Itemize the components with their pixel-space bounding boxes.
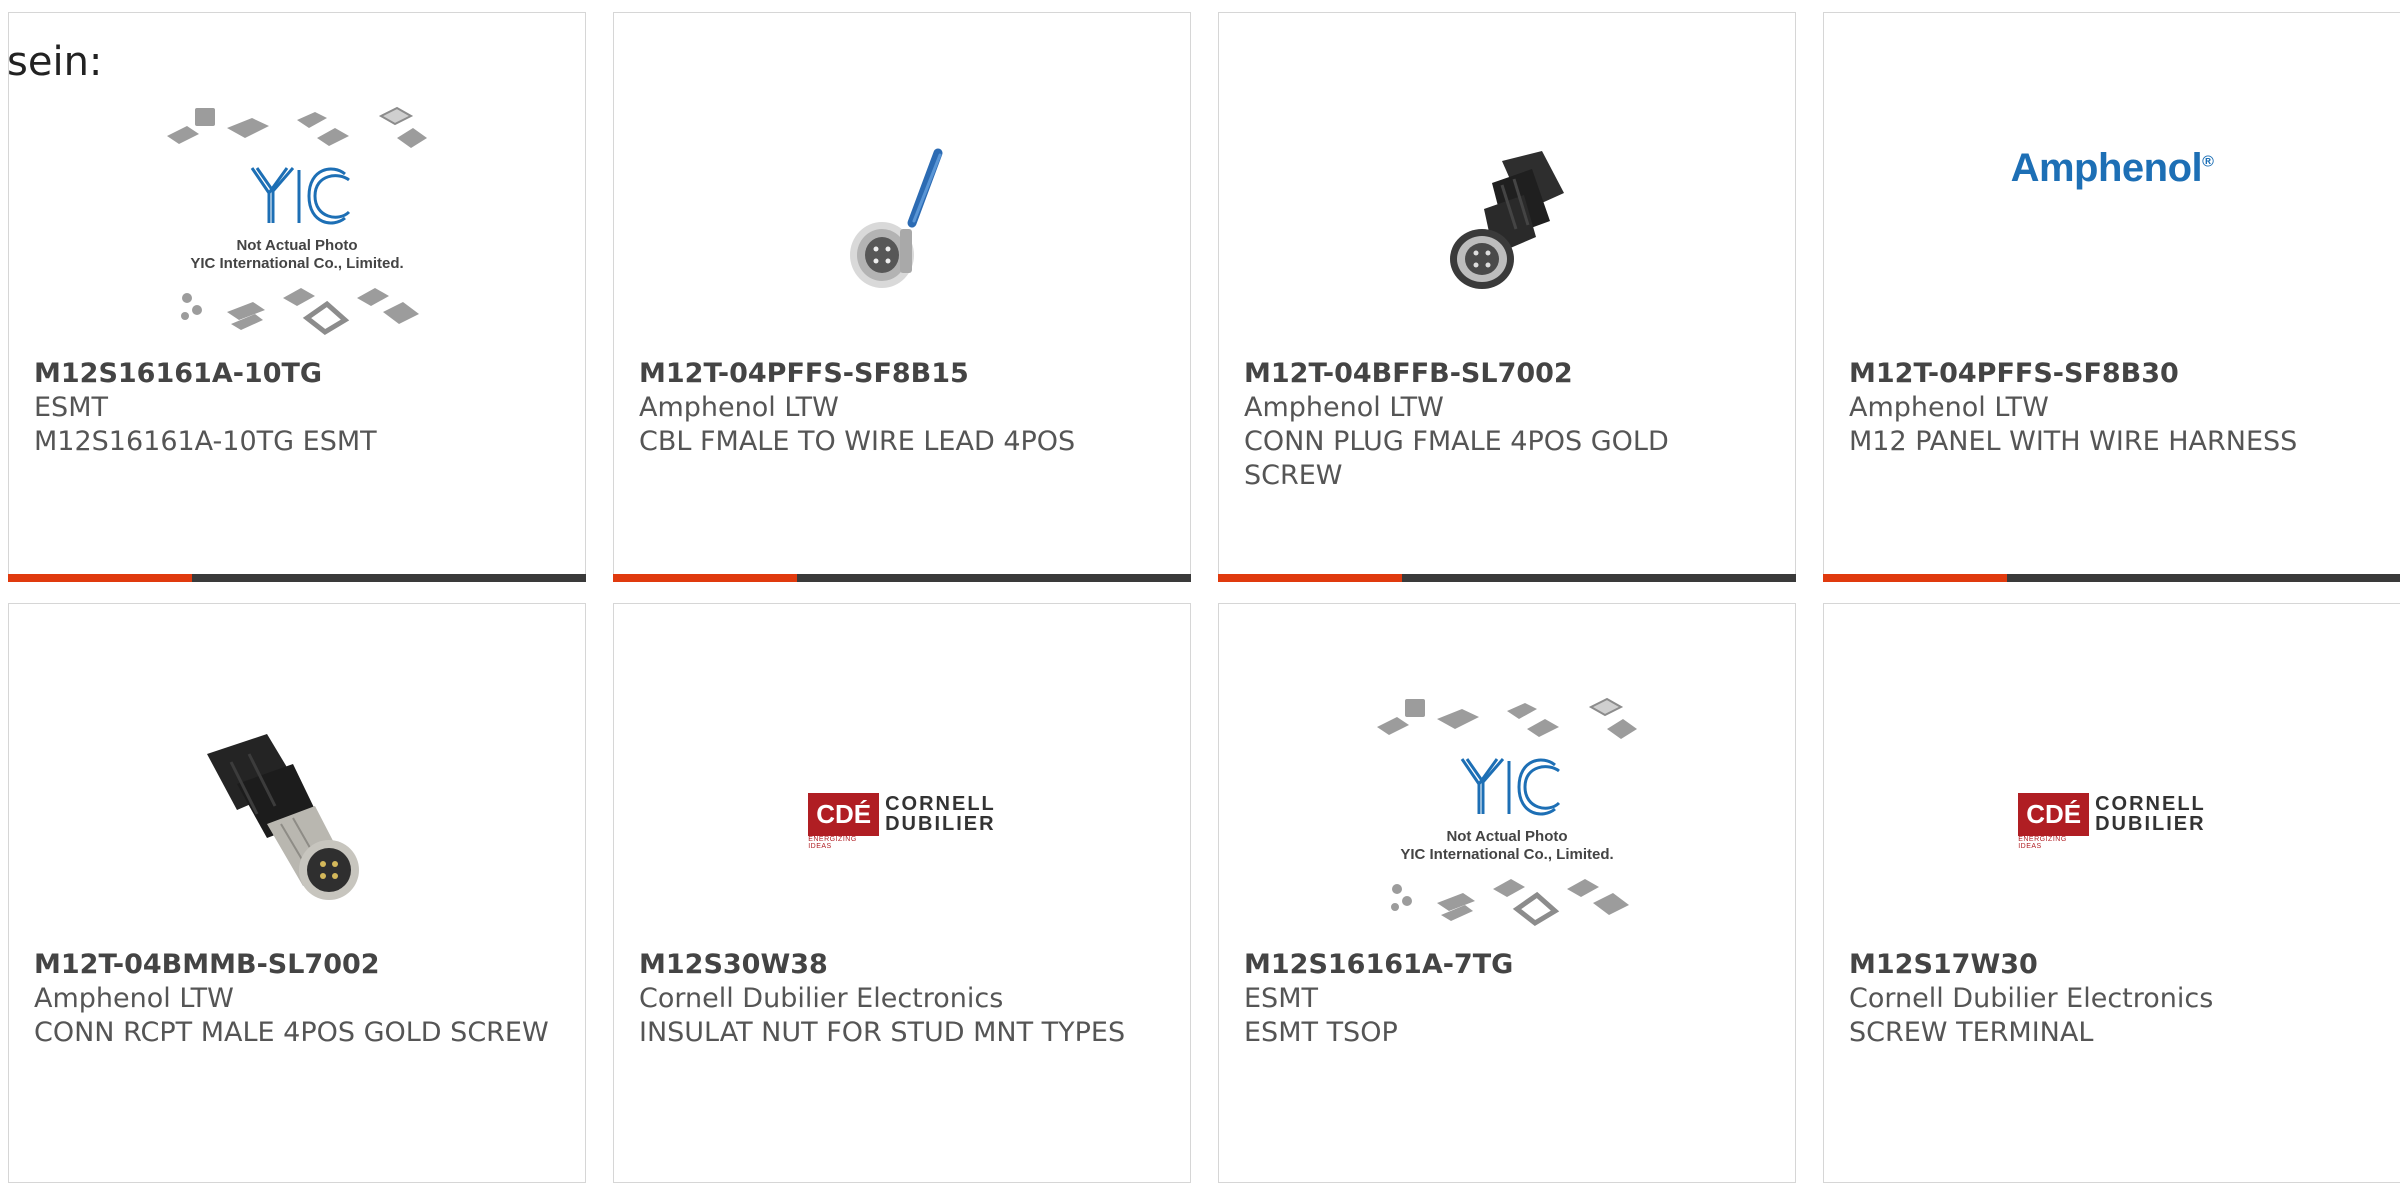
product-image[interactable]: Not Actual Photo YIC International Co., … [9,93,585,353]
card-accent-bar [613,574,797,582]
product-info: M12S16161A-7TG ESMT ESMT TSOP [1244,948,1770,1050]
cde-logo-box: CDÉ ENERGIZING IDEAS [808,792,880,850]
card-bottom-bar [1823,574,2400,582]
product-image[interactable] [1219,93,1795,353]
yic-caption-line1: Not Actual Photo [236,237,357,254]
product-card[interactable]: Amphenol® M12T-04PFFS-SF8B30 Amphenol LT… [1823,12,2400,582]
cde-logo-box: CDÉ ENERGIZING IDEAS [2018,792,2090,850]
part-number[interactable]: M12T-04BMMB-SL7002 [34,948,560,982]
description: M12S16161A-10TG ESMT [34,426,377,457]
product-image[interactable]: Not Actual Photo YIC International Co., … [1219,684,1795,944]
part-number[interactable]: M12T-04BFFB-SL7002 [1244,357,1770,391]
part-number[interactable]: M12T-04PFFS-SF8B30 [1849,357,2375,391]
part-number[interactable]: M12T-04PFFS-SF8B15 [639,357,1165,391]
product-info: M12T-04PFFS-SF8B15 Amphenol LTW CBL FMAL… [639,357,1165,459]
product-card[interactable]: CDÉ ENERGIZING IDEAS CORNELL DUBILIER M12… [1823,603,2400,1183]
description: CONN RCPT MALE 4POS GOLD SCREW [34,1017,549,1048]
product-card[interactable]: M12T-04BMMB-SL7002 Amphenol LTW CONN RCP… [8,603,586,1183]
product-grid: Not Actual Photo YIC International Co., … [8,12,2400,1183]
card-accent-bar [1218,574,1402,582]
panel-connector-photo [850,148,943,288]
page-label: sein: [7,39,103,85]
yic-caption-line2: YIC International Co., Limited. [1400,846,1613,863]
product-image[interactable] [9,684,585,944]
card-accent-bar [1823,574,2007,582]
cde-logo: CDÉ ENERGIZING IDEAS CORNELL DUBILIER [2018,792,2206,850]
cde-logo-name: CORNELL DUBILIER [2095,793,2206,835]
product-image[interactable]: Amphenol® [1824,93,2400,353]
card-bottom-bar [8,574,586,582]
product-image[interactable]: CDÉ ENERGIZING IDEAS CORNELL DUBILIER [1824,684,2400,944]
manufacturer: Amphenol LTW [639,392,839,423]
manufacturer: ESMT [1244,983,1318,1014]
card-bottom-bar [1218,574,1796,582]
product-card[interactable]: Not Actual Photo YIC International Co., … [8,12,586,582]
manufacturer: Cornell Dubilier Electronics [639,983,1004,1014]
part-number[interactable]: M12S16161A-10TG [34,357,560,391]
product-info: M12T-04PFFS-SF8B30 Amphenol LTW M12 PANE… [1849,357,2375,459]
cde-logo: CDÉ ENERGIZING IDEAS CORNELL DUBILIER [808,792,996,850]
product-info: M12S17W30 Cornell Dubilier Electronics S… [1849,948,2375,1050]
product-card[interactable]: M12T-04BFFB-SL7002 Amphenol LTW CONN PLU… [1218,12,1796,582]
part-number[interactable]: M12S17W30 [1849,948,2375,982]
description: INSULAT NUT FOR STUD MNT TYPES [639,1017,1126,1048]
product-image[interactable] [614,93,1190,353]
product-info: M12S16161A-10TG ESMT M12S16161A-10TG ESM… [34,357,560,459]
product-info: M12S30W38 Cornell Dubilier Electronics I… [639,948,1165,1050]
product-card[interactable]: M12T-04PFFS-SF8B15 Amphenol LTW CBL FMAL… [613,12,1191,582]
description: ESMT TSOP [1244,1017,1398,1048]
part-number[interactable]: M12S30W38 [639,948,1165,982]
amphenol-logo: Amphenol® [2010,145,2214,190]
manufacturer: Cornell Dubilier Electronics [1849,983,2214,1014]
yic-caption-line1: Not Actual Photo [1446,828,1567,845]
product-image[interactable]: CDÉ ENERGIZING IDEAS CORNELL DUBILIER [614,684,1190,944]
card-accent-bar [8,574,192,582]
product-info: M12T-04BMMB-SL7002 Amphenol LTW CONN RCP… [34,948,560,1050]
yic-placeholder-image: Not Actual Photo YIC International Co., … [167,106,427,336]
cde-logo-name: CORNELL DUBILIER [885,793,996,835]
yic-caption-line2: YIC International Co., Limited. [190,255,403,272]
manufacturer: Amphenol LTW [1849,392,2049,423]
part-number[interactable]: M12S16161A-7TG [1244,948,1770,982]
description: CBL FMALE TO WIRE LEAD 4POS [639,426,1076,457]
manufacturer: Amphenol LTW [1244,392,1444,423]
yic-placeholder-image: Not Actual Photo YIC International Co., … [1377,697,1637,927]
product-card[interactable]: CDÉ ENERGIZING IDEAS CORNELL DUBILIER M12… [613,603,1191,1183]
card-bottom-bar [613,574,1191,582]
product-card[interactable]: Not Actual Photo YIC International Co., … [1218,603,1796,1183]
manufacturer: ESMT [34,392,108,423]
male-plug-photo [207,734,359,900]
description: M12 PANEL WITH WIRE HARNESS [1849,426,2298,457]
description: SCREW TERMINAL [1849,1017,2094,1048]
female-plug-photo [1450,151,1564,289]
description: CONN PLUG FMALE 4POS GOLD SCREW [1244,426,1669,491]
product-info: M12T-04BFFB-SL7002 Amphenol LTW CONN PLU… [1244,357,1770,493]
manufacturer: Amphenol LTW [34,983,234,1014]
